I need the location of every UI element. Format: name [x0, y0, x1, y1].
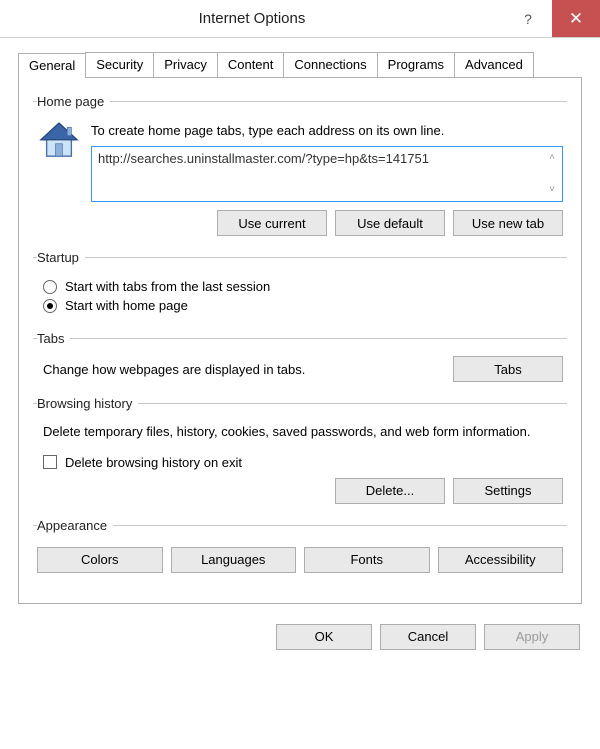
- radio-start-last-session[interactable]: Start with tabs from the last session: [43, 279, 563, 294]
- use-default-button[interactable]: Use default: [335, 210, 445, 236]
- group-home-page: Home page To create home page tabs, type…: [33, 94, 567, 240]
- legend-appearance: Appearance: [37, 518, 113, 533]
- group-appearance: Appearance Colors Languages Fonts Access…: [33, 518, 567, 579]
- tab-privacy[interactable]: Privacy: [153, 52, 218, 77]
- languages-button[interactable]: Languages: [171, 547, 297, 573]
- titlebar: Internet Options ? ✕: [0, 0, 600, 38]
- titlebar-buttons: ? ✕: [504, 0, 600, 37]
- apply-button[interactable]: Apply: [484, 624, 580, 650]
- help-button[interactable]: ?: [504, 0, 552, 37]
- scroll-up-icon[interactable]: ˄: [545, 151, 559, 165]
- tab-connections[interactable]: Connections: [283, 52, 377, 77]
- ok-button[interactable]: OK: [276, 624, 372, 650]
- group-startup: Startup Start with tabs from the last se…: [33, 250, 567, 321]
- settings-button[interactable]: Settings: [453, 478, 563, 504]
- cancel-button[interactable]: Cancel: [380, 624, 476, 650]
- scroll-down-icon[interactable]: ˅: [545, 183, 559, 197]
- radio-start-home-page[interactable]: Start with home page: [43, 298, 563, 313]
- group-tabs: Tabs Change how webpages are displayed i…: [33, 331, 567, 386]
- tab-panel: Home page To create home page tabs, type…: [18, 78, 582, 604]
- check-delete-on-exit[interactable]: Delete browsing history on exit: [43, 455, 563, 470]
- radio-label: Start with tabs from the last session: [65, 279, 270, 294]
- accessibility-button[interactable]: Accessibility: [438, 547, 564, 573]
- window-title: Internet Options: [0, 10, 504, 27]
- close-button[interactable]: ✕: [552, 0, 600, 37]
- home-page-input[interactable]: http://searches.uninstallmaster.com/?typ…: [91, 146, 563, 202]
- legend-startup: Startup: [37, 250, 85, 265]
- checkbox-label: Delete browsing history on exit: [65, 455, 242, 470]
- tab-content[interactable]: Content: [217, 52, 285, 77]
- legend-home-page: Home page: [37, 94, 110, 109]
- legend-tabs: Tabs: [37, 331, 70, 346]
- legend-history: Browsing history: [37, 396, 138, 411]
- radio-icon: [43, 299, 57, 313]
- home-page-url: http://searches.uninstallmaster.com/?typ…: [98, 151, 429, 166]
- group-browsing-history: Browsing history Delete temporary files,…: [33, 396, 567, 508]
- radio-icon: [43, 280, 57, 294]
- use-new-tab-button[interactable]: Use new tab: [453, 210, 563, 236]
- home-icon: [37, 119, 81, 163]
- radio-label: Start with home page: [65, 298, 188, 313]
- tabs-description: Change how webpages are displayed in tab…: [37, 362, 443, 377]
- dialog-footer: OK Cancel Apply: [0, 614, 600, 666]
- colors-button[interactable]: Colors: [37, 547, 163, 573]
- tabs-button[interactable]: Tabs: [453, 356, 563, 382]
- tabstrip: General Security Privacy Content Connect…: [18, 52, 582, 78]
- tab-security[interactable]: Security: [85, 52, 154, 77]
- tab-general[interactable]: General: [18, 53, 86, 78]
- home-page-instruction: To create home page tabs, type each addr…: [91, 123, 563, 138]
- fonts-button[interactable]: Fonts: [304, 547, 430, 573]
- use-current-button[interactable]: Use current: [217, 210, 327, 236]
- dialog-content: General Security Privacy Content Connect…: [0, 38, 600, 614]
- tab-programs[interactable]: Programs: [377, 52, 455, 77]
- checkbox-icon: [43, 455, 57, 469]
- history-description: Delete temporary files, history, cookies…: [37, 421, 563, 451]
- tab-advanced[interactable]: Advanced: [454, 52, 534, 77]
- delete-button[interactable]: Delete...: [335, 478, 445, 504]
